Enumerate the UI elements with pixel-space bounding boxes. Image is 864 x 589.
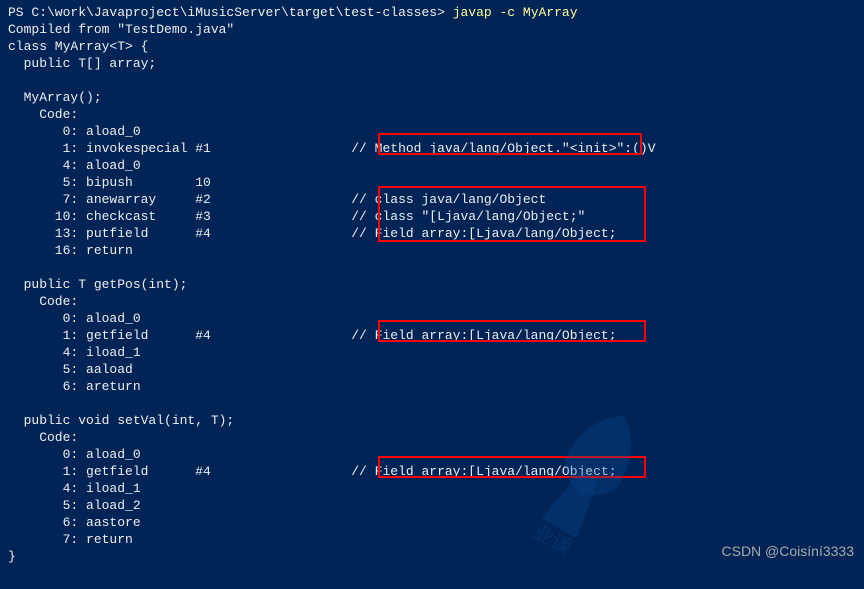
- code-label: Code:: [8, 429, 856, 446]
- bytecode-line: 1: invokespecial #1 // Method java/lang/…: [8, 140, 856, 157]
- bytecode-line: 0: aload_0: [8, 446, 856, 463]
- bytecode-line: 4: aload_0: [8, 157, 856, 174]
- bytecode-line: 6: areturn: [8, 378, 856, 395]
- bytecode-line: 5: aload_2: [8, 497, 856, 514]
- bytecode-line: 0: aload_0: [8, 310, 856, 327]
- command-text: javap -c MyArray: [453, 5, 578, 20]
- blank-line: [8, 395, 856, 412]
- constructor-signature: MyArray();: [8, 89, 856, 106]
- bytecode-line: 4: iload_1: [8, 344, 856, 361]
- bytecode-line: 0: aload_0: [8, 123, 856, 140]
- compiled-from: Compiled from "TestDemo.java": [8, 21, 856, 38]
- bytecode-line: 7: anewarray #2 // class java/lang/Objec…: [8, 191, 856, 208]
- blank-line: [8, 259, 856, 276]
- bytecode-line: 1: getfield #4 // Field array:[Ljava/lan…: [8, 463, 856, 480]
- bytecode-line: 13: putfield #4 // Field array:[Ljava/la…: [8, 225, 856, 242]
- bytecode-line: 5: aaload: [8, 361, 856, 378]
- csdn-watermark: CSDN @Coisíní3333: [722, 543, 855, 559]
- prompt-line: PS C:\work\Javaproject\iMusicServer\targ…: [8, 4, 856, 21]
- bytecode-line: 5: bipush 10: [8, 174, 856, 191]
- watermark-logo: 业课: [484, 385, 684, 585]
- prompt-path: PS C:\work\Javaproject\iMusicServer\targ…: [8, 5, 445, 20]
- bytecode-line: 10: checkcast #3 // class "[Ljava/lang/O…: [8, 208, 856, 225]
- bytecode-line: 6: aastore: [8, 514, 856, 531]
- class-declaration: class MyArray<T> {: [8, 38, 856, 55]
- bytecode-line: 16: return: [8, 242, 856, 259]
- bytecode-line: 1: getfield #4 // Field array:[Ljava/lan…: [8, 327, 856, 344]
- blank-line: [8, 72, 856, 89]
- setval-signature: public void setVal(int, T);: [8, 412, 856, 429]
- code-label: Code:: [8, 293, 856, 310]
- code-label: Code:: [8, 106, 856, 123]
- field-declaration: public T[] array;: [8, 55, 856, 72]
- bytecode-line: 4: iload_1: [8, 480, 856, 497]
- getpos-signature: public T getPos(int);: [8, 276, 856, 293]
